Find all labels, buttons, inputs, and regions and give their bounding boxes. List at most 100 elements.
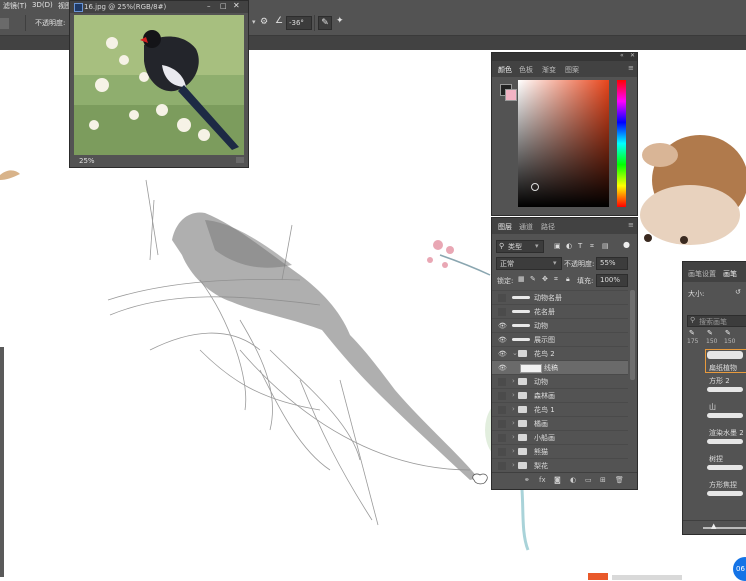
chevron-down-icon: ▾ bbox=[553, 259, 557, 267]
reset-icon[interactable]: ↺ bbox=[735, 288, 741, 296]
new-layer-icon[interactable]: ⊞ bbox=[600, 476, 606, 484]
symmetry-icon[interactable]: ✦ bbox=[336, 16, 344, 26]
layer-row[interactable]: 动物名册 bbox=[492, 290, 628, 304]
brush-item[interactable]: 树捏 bbox=[683, 454, 745, 480]
brush-preset-icon[interactable]: ✎ bbox=[725, 329, 731, 337]
tab-brush-settings[interactable]: 画笔设置 bbox=[688, 269, 716, 279]
brush-item[interactable]: 扁纸植物 bbox=[683, 350, 745, 376]
chevron-down-icon[interactable]: ⌄ bbox=[512, 349, 518, 357]
tab-patterns[interactable]: 图案 bbox=[565, 65, 579, 75]
brush-item[interactable]: 方形 2 bbox=[683, 376, 745, 402]
filter-toggle-icon[interactable]: ● bbox=[623, 240, 630, 249]
tab-paths[interactable]: 路径 bbox=[541, 222, 555, 232]
layer-list-scrollbar[interactable] bbox=[630, 290, 635, 380]
zoom-slider-handle[interactable] bbox=[236, 157, 244, 163]
panel-menu-icon[interactable]: ≡ bbox=[628, 64, 634, 72]
layer-row[interactable]: › 花鸟 1 bbox=[492, 402, 628, 416]
menu-filter[interactable]: 滤镜(T) bbox=[3, 1, 27, 11]
filter-shape-icon[interactable]: ⌗ bbox=[590, 242, 594, 251]
chevron-right-icon[interactable]: › bbox=[512, 461, 515, 469]
layer-row[interactable]: › 小船画 bbox=[492, 430, 628, 444]
slider-handle-icon[interactable]: ▲ bbox=[711, 522, 716, 530]
lock-artboard-icon[interactable]: ⌗ bbox=[554, 275, 558, 284]
background-color-swatch[interactable] bbox=[505, 89, 517, 101]
color-picker-ring[interactable] bbox=[531, 183, 539, 191]
brush-search-input[interactable]: ⚲ 搜索画笔 bbox=[687, 315, 746, 327]
visibility-eye-icon[interactable] bbox=[498, 420, 506, 428]
tab-swatches[interactable]: 色板 bbox=[519, 65, 533, 75]
brush-item[interactable]: 山 bbox=[683, 402, 745, 428]
chevron-right-icon[interactable]: › bbox=[512, 405, 515, 413]
close-icon[interactable]: ✕ bbox=[233, 1, 240, 10]
layer-row[interactable]: 👁︎ 动物 bbox=[492, 318, 628, 332]
visibility-eye-icon[interactable]: 👁︎ bbox=[498, 364, 507, 372]
hue-slider[interactable] bbox=[617, 80, 626, 207]
delete-layer-icon[interactable]: 🗑︎ bbox=[615, 476, 624, 484]
chevron-right-icon[interactable]: › bbox=[512, 433, 515, 441]
panel-menu-icon[interactable]: ≡ bbox=[628, 221, 634, 229]
visibility-eye-icon[interactable]: 👁︎ bbox=[498, 336, 507, 344]
tab-gradients[interactable]: 渐变 bbox=[542, 65, 556, 75]
filter-smart-object-icon[interactable]: ▤ bbox=[602, 242, 609, 250]
tab-brushes[interactable]: 画笔 bbox=[723, 269, 737, 279]
visibility-eye-icon[interactable] bbox=[498, 462, 506, 470]
angle-input[interactable]: -36° bbox=[286, 16, 312, 30]
layer-row[interactable]: 花名册 bbox=[492, 304, 628, 318]
tab-layers[interactable]: 图层 bbox=[498, 222, 512, 232]
tool-preset-picker[interactable] bbox=[0, 18, 9, 29]
chevron-down-icon[interactable]: ▾ bbox=[252, 16, 258, 28]
layer-row[interactable]: 👁︎ ⌄ 花鸟 2 bbox=[492, 346, 628, 360]
tab-channels[interactable]: 通道 bbox=[519, 222, 533, 232]
layer-opacity-input[interactable]: 55% bbox=[596, 257, 628, 270]
visibility-eye-icon[interactable] bbox=[498, 434, 506, 442]
menu-3d[interactable]: 3D(D) bbox=[32, 1, 53, 9]
visibility-eye-icon[interactable]: 👁︎ bbox=[498, 322, 507, 330]
layer-row[interactable]: › 熊猫 bbox=[492, 444, 628, 458]
visibility-eye-icon[interactable] bbox=[498, 308, 506, 316]
minimize-icon[interactable]: – bbox=[207, 2, 211, 10]
visibility-eye-icon[interactable] bbox=[498, 294, 506, 302]
visibility-eye-icon[interactable]: 👁︎ bbox=[498, 350, 507, 358]
adjustment-layer-icon[interactable]: ◐ bbox=[570, 476, 576, 484]
chevron-right-icon[interactable]: › bbox=[512, 447, 515, 455]
layer-row[interactable]: 👁︎ 展示图 bbox=[492, 332, 628, 346]
add-mask-icon[interactable]: ◙ bbox=[554, 476, 561, 484]
chevron-right-icon[interactable]: › bbox=[512, 419, 515, 427]
layer-style-icon[interactable]: fx bbox=[539, 476, 546, 484]
visibility-eye-icon[interactable] bbox=[498, 448, 506, 456]
visibility-eye-icon[interactable] bbox=[498, 406, 506, 414]
color-field[interactable] bbox=[518, 80, 609, 207]
brush-preview-size-slider[interactable] bbox=[703, 527, 746, 529]
layer-row[interactable]: › 梨花 bbox=[492, 458, 628, 472]
layer-fill-input[interactable]: 100% bbox=[596, 274, 628, 287]
brush-preset-icon[interactable]: ✎ bbox=[707, 329, 713, 337]
filter-pixel-icon[interactable]: ▣ bbox=[554, 242, 561, 250]
maximize-icon[interactable]: □ bbox=[220, 2, 227, 10]
brush-item[interactable]: 方形焦捏 bbox=[683, 480, 745, 506]
lock-paint-icon[interactable]: ✎ bbox=[530, 275, 536, 283]
new-group-icon[interactable]: ▭ bbox=[585, 476, 592, 484]
brush-item[interactable]: 渲染水墨 2 bbox=[683, 428, 745, 454]
chevron-right-icon[interactable]: › bbox=[512, 377, 515, 385]
pressure-size-icon[interactable]: ✎ bbox=[318, 16, 332, 30]
lock-transparent-icon[interactable]: ▦ bbox=[518, 275, 525, 283]
collapse-icon[interactable]: « bbox=[620, 52, 624, 59]
layer-row[interactable]: › 动物 bbox=[492, 374, 628, 388]
filter-adjustment-icon[interactable]: ◐ bbox=[566, 242, 572, 250]
layer-row[interactable]: › 橘画 bbox=[492, 416, 628, 430]
brush-preset-icon[interactable]: ✎ bbox=[689, 329, 695, 337]
link-layers-icon[interactable]: ⚭ bbox=[524, 476, 530, 484]
lock-position-icon[interactable]: ✥ bbox=[542, 275, 548, 283]
layer-filter-select[interactable]: ⚲ 类型 ▾ bbox=[496, 240, 544, 253]
gear-icon[interactable]: ⚙ bbox=[260, 17, 268, 27]
chevron-right-icon[interactable]: › bbox=[512, 391, 515, 399]
filter-type-icon[interactable]: T bbox=[578, 242, 582, 250]
visibility-eye-icon[interactable] bbox=[498, 392, 506, 400]
lock-all-icon[interactable]: 🔒︎ bbox=[566, 275, 570, 284]
layer-row[interactable]: 👁︎ 线稿 bbox=[492, 360, 628, 374]
tab-color[interactable]: 颜色 bbox=[498, 65, 512, 75]
visibility-eye-icon[interactable] bbox=[498, 378, 506, 386]
blend-mode-select[interactable]: 正常 ▾ bbox=[496, 257, 562, 270]
layer-row[interactable]: › 森林画 bbox=[492, 388, 628, 402]
close-icon[interactable]: ✕ bbox=[630, 52, 635, 59]
